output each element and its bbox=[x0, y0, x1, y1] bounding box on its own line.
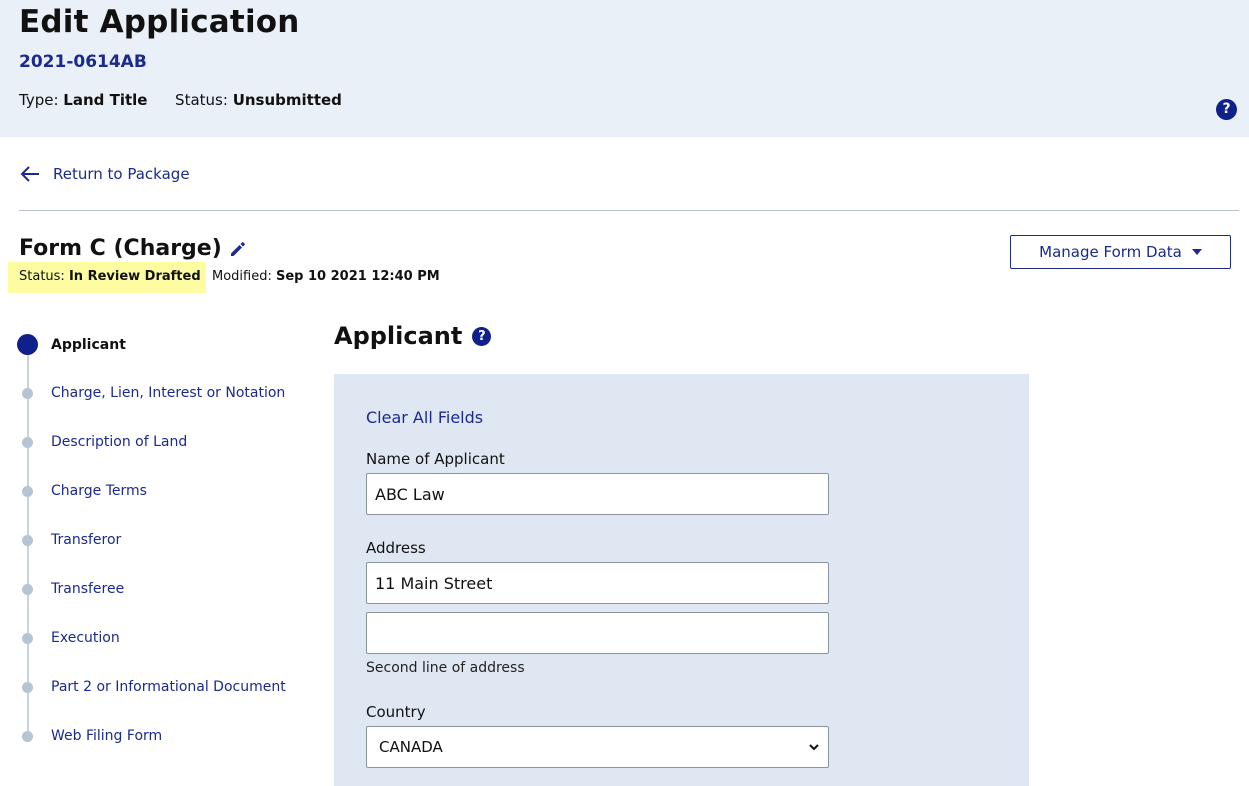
country-label: Country bbox=[366, 703, 426, 721]
manage-form-data-button[interactable]: Manage Form Data bbox=[1010, 235, 1231, 269]
step-label: Transferee bbox=[51, 581, 125, 597]
step-label: Part 2 or Informational Document bbox=[51, 679, 286, 695]
page-header: Edit Application 2021-0614AB Type: Land … bbox=[0, 0, 1249, 137]
step-label: Execution bbox=[51, 630, 120, 646]
step-dot-icon bbox=[22, 583, 33, 595]
application-meta: Type: Land Title Status: Unsubmitted bbox=[19, 91, 342, 109]
page-title: Edit Application bbox=[19, 4, 300, 40]
section-title: Applicant ? bbox=[334, 322, 492, 350]
step-label: Web Filing Form bbox=[51, 728, 163, 744]
type-value: Land Title bbox=[63, 91, 148, 109]
form-status-label: Status: bbox=[19, 269, 65, 284]
step-web-filing-form[interactable]: Web Filing Form bbox=[17, 728, 162, 744]
return-label: Return to Package bbox=[53, 165, 190, 183]
step-charge-terms[interactable]: Charge Terms bbox=[17, 483, 147, 499]
step-dot-icon bbox=[22, 534, 33, 546]
form-status: Status: In Review Drafted bbox=[19, 269, 201, 284]
section-title-text: Applicant bbox=[334, 322, 463, 350]
country-select[interactable]: CANADA bbox=[366, 726, 829, 768]
arrow-left-icon bbox=[20, 166, 39, 182]
chevron-down-icon bbox=[809, 744, 819, 751]
step-charge-lien[interactable]: Charge, Lien, Interest or Notation bbox=[17, 385, 285, 401]
form-title: Form C (Charge) bbox=[19, 236, 247, 261]
address-line-2-input[interactable] bbox=[366, 612, 829, 654]
step-transferee[interactable]: Transferee bbox=[17, 581, 124, 597]
name-of-applicant-label: Name of Applicant bbox=[366, 450, 505, 468]
step-dot-icon bbox=[22, 681, 33, 693]
clear-all-fields-link[interactable]: Clear All Fields bbox=[366, 408, 483, 427]
step-label: Transferor bbox=[51, 532, 122, 548]
step-dot-icon bbox=[22, 485, 33, 497]
address-label: Address bbox=[366, 539, 426, 557]
manage-form-data-label: Manage Form Data bbox=[1039, 243, 1182, 261]
form-title-text: Form C (Charge) bbox=[19, 236, 222, 261]
help-icon[interactable]: ? bbox=[1216, 99, 1237, 120]
type-label: Type: bbox=[19, 91, 59, 109]
step-applicant[interactable]: Applicant bbox=[17, 334, 126, 355]
return-to-package-link[interactable]: Return to Package bbox=[19, 163, 190, 185]
step-dot-icon bbox=[22, 387, 33, 399]
modified-value: Sep 10 2021 12:40 PM bbox=[276, 269, 440, 284]
address-line-2-hint: Second line of address bbox=[366, 660, 525, 676]
address-line-1-input[interactable] bbox=[366, 562, 829, 604]
modified-label: Modified: bbox=[212, 269, 272, 284]
divider bbox=[19, 210, 1239, 211]
form-status-value: In Review Drafted bbox=[68, 269, 201, 284]
step-dot-icon bbox=[22, 730, 33, 742]
step-dot-icon bbox=[17, 334, 38, 355]
caret-down-icon bbox=[1191, 249, 1202, 255]
step-label: Charge, Lien, Interest or Notation bbox=[51, 385, 286, 401]
help-icon[interactable]: ? bbox=[472, 326, 492, 346]
step-transferor[interactable]: Transferor bbox=[17, 532, 121, 548]
step-part-2[interactable]: Part 2 or Informational Document bbox=[17, 679, 286, 695]
step-label: Charge Terms bbox=[51, 483, 147, 499]
status-label: Status: bbox=[175, 91, 228, 109]
step-description-of-land[interactable]: Description of Land bbox=[17, 434, 187, 450]
step-label: Applicant bbox=[51, 336, 126, 353]
step-execution[interactable]: Execution bbox=[17, 630, 120, 646]
step-dot-icon bbox=[22, 632, 33, 644]
pencil-icon[interactable] bbox=[229, 240, 247, 258]
step-dot-icon bbox=[22, 436, 33, 448]
status-value: Unsubmitted bbox=[232, 91, 342, 109]
country-select-value: CANADA bbox=[379, 738, 443, 756]
form-modified: Modified: Sep 10 2021 12:40 PM bbox=[212, 269, 440, 284]
name-of-applicant-input[interactable] bbox=[366, 473, 829, 515]
step-label: Description of Land bbox=[51, 434, 188, 450]
application-number: 2021-0614AB bbox=[19, 52, 147, 72]
